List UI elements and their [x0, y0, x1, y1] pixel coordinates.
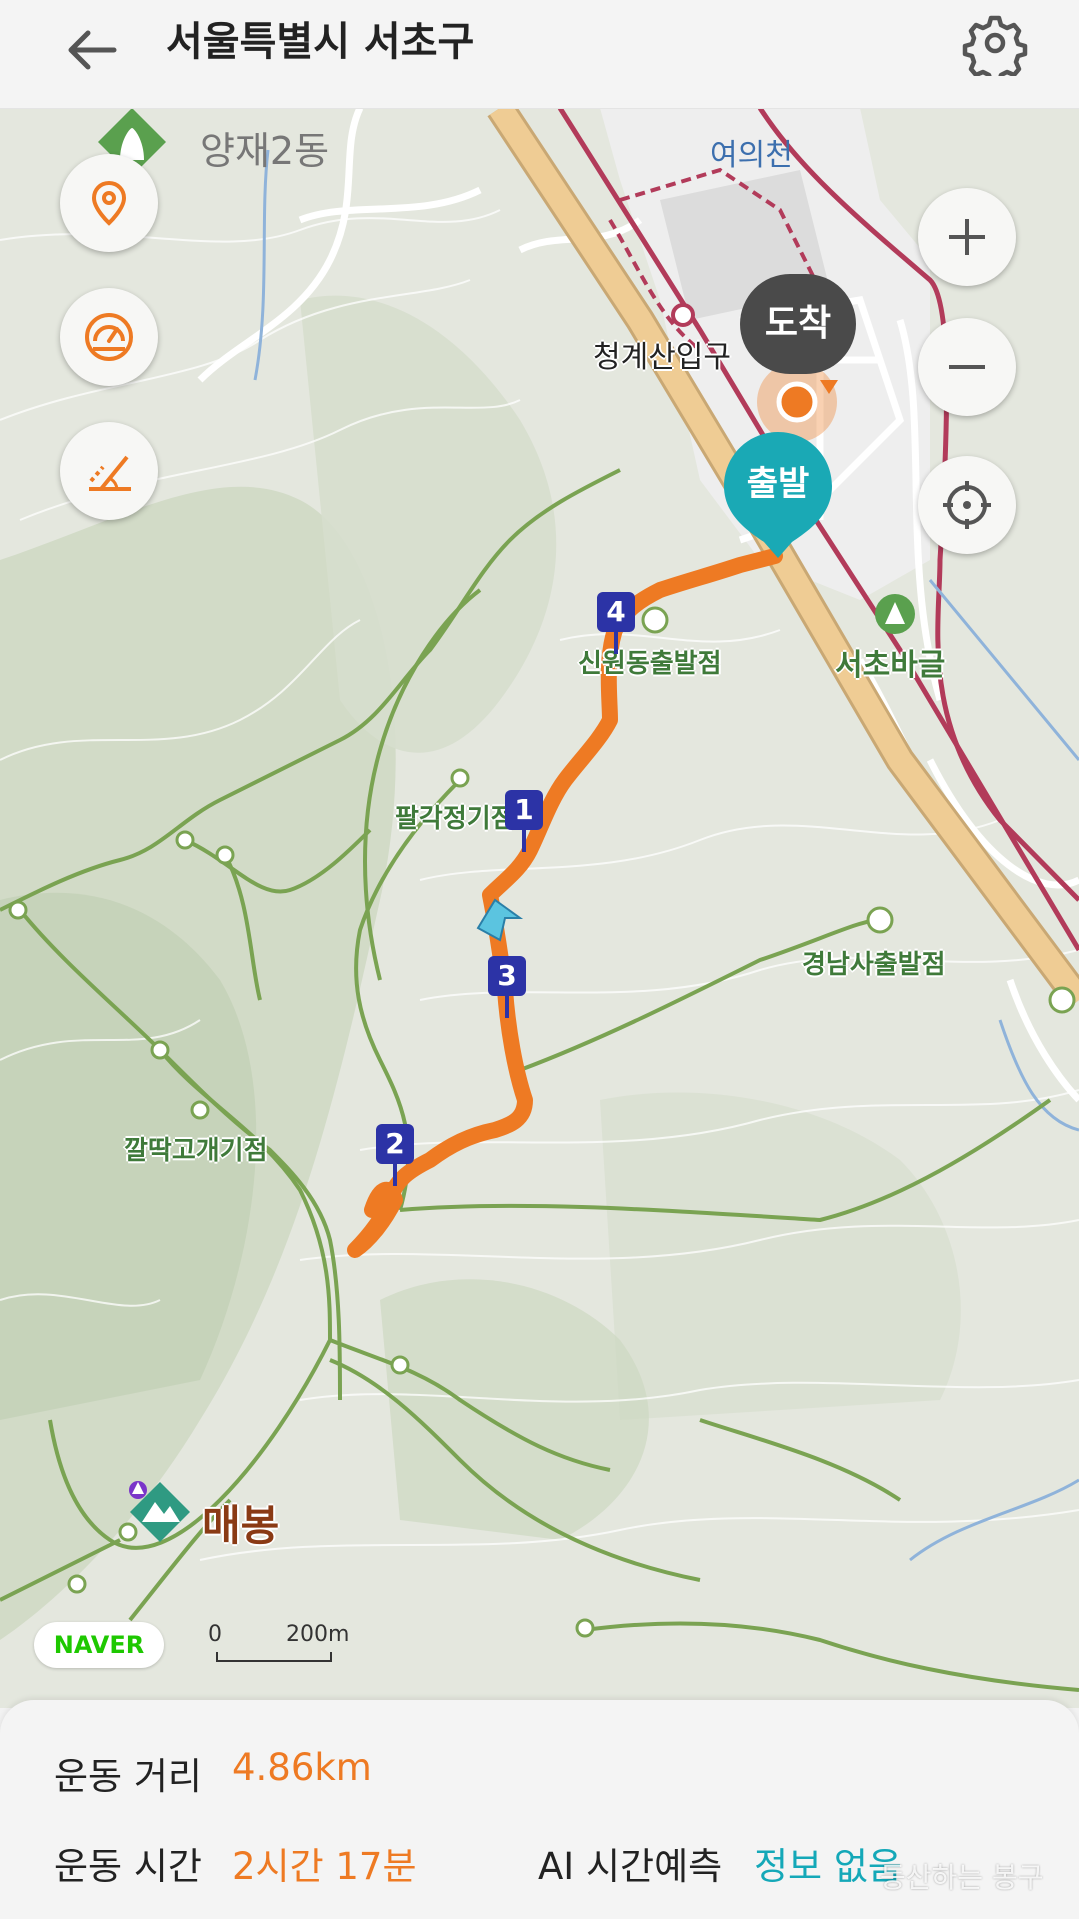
back-button[interactable] [62, 20, 122, 80]
scale-distance: 200m [286, 1622, 350, 1647]
top-bar: 서울특별시 서초구 [0, 0, 1079, 109]
end-marker[interactable]: 도착 [740, 274, 856, 374]
scale-bar: 0 200m [208, 1622, 358, 1668]
location-pin-icon [91, 180, 127, 226]
label-yangjae: 양재2동 [200, 129, 330, 173]
label-sinwon-start: 신원동출발점 [578, 649, 722, 679]
naver-logo: NAVER [34, 1622, 164, 1668]
label-seocho-camp: 서초바글 [835, 648, 946, 683]
zoom-in-button[interactable] [918, 188, 1016, 286]
page-title: 서울특별시 서초구 [166, 19, 475, 65]
waypoint-4[interactable]: 4 [597, 592, 635, 654]
crosshair-icon [943, 481, 991, 529]
waypoint-1[interactable]: 1 [505, 790, 543, 852]
time-label: 운동 시간 [54, 1845, 202, 1888]
map-base [0, 108, 1079, 1708]
label-kkalttak: 깔딱고개기점 [124, 1136, 268, 1166]
scale-zero: 0 [208, 1622, 222, 1647]
map-view[interactable]: 양재2동 여의천 청계산입구 신원동출발점 서초바글 팔각정기점 경남사출발점 … [0, 108, 1079, 1708]
label-cheonggye-entrance: 청계산입구 [593, 340, 731, 375]
time-value: 2시간 17분 [232, 1845, 417, 1888]
back-arrow-icon [68, 30, 117, 70]
distance-label: 운동 거리 [54, 1755, 202, 1798]
speedometer-icon [85, 313, 133, 361]
label-palgakjeong: 팔각정기점 [395, 804, 515, 834]
gear-icon [962, 15, 1028, 85]
ai-prediction-label: AI 시간예측 [538, 1845, 723, 1888]
settings-button[interactable] [962, 10, 1028, 85]
my-location-button[interactable] [60, 154, 158, 252]
start-label: 출발 [746, 464, 810, 504]
watermark: 등산하는 봉구 [880, 1861, 1044, 1894]
waypoint-3[interactable]: 3 [488, 956, 526, 1018]
recenter-button[interactable] [918, 456, 1016, 554]
distance-value: 4.86km [232, 1746, 372, 1789]
start-marker[interactable]: 출발 [722, 430, 834, 558]
zoom-in-icon [949, 219, 985, 255]
elevation-button[interactable] [60, 422, 158, 520]
speed-button[interactable] [60, 288, 158, 386]
zoom-out-button[interactable] [918, 318, 1016, 416]
zoom-out-icon [949, 365, 985, 369]
scale-line [216, 1652, 332, 1662]
waypoint-2[interactable]: 2 [376, 1124, 414, 1186]
elevation-icon [89, 455, 131, 491]
label-yeouicheon: 여의천 [710, 138, 793, 173]
label-maebong: 매봉 [202, 1501, 280, 1550]
label-gyeongnamsa: 경남사출발점 [802, 950, 946, 980]
